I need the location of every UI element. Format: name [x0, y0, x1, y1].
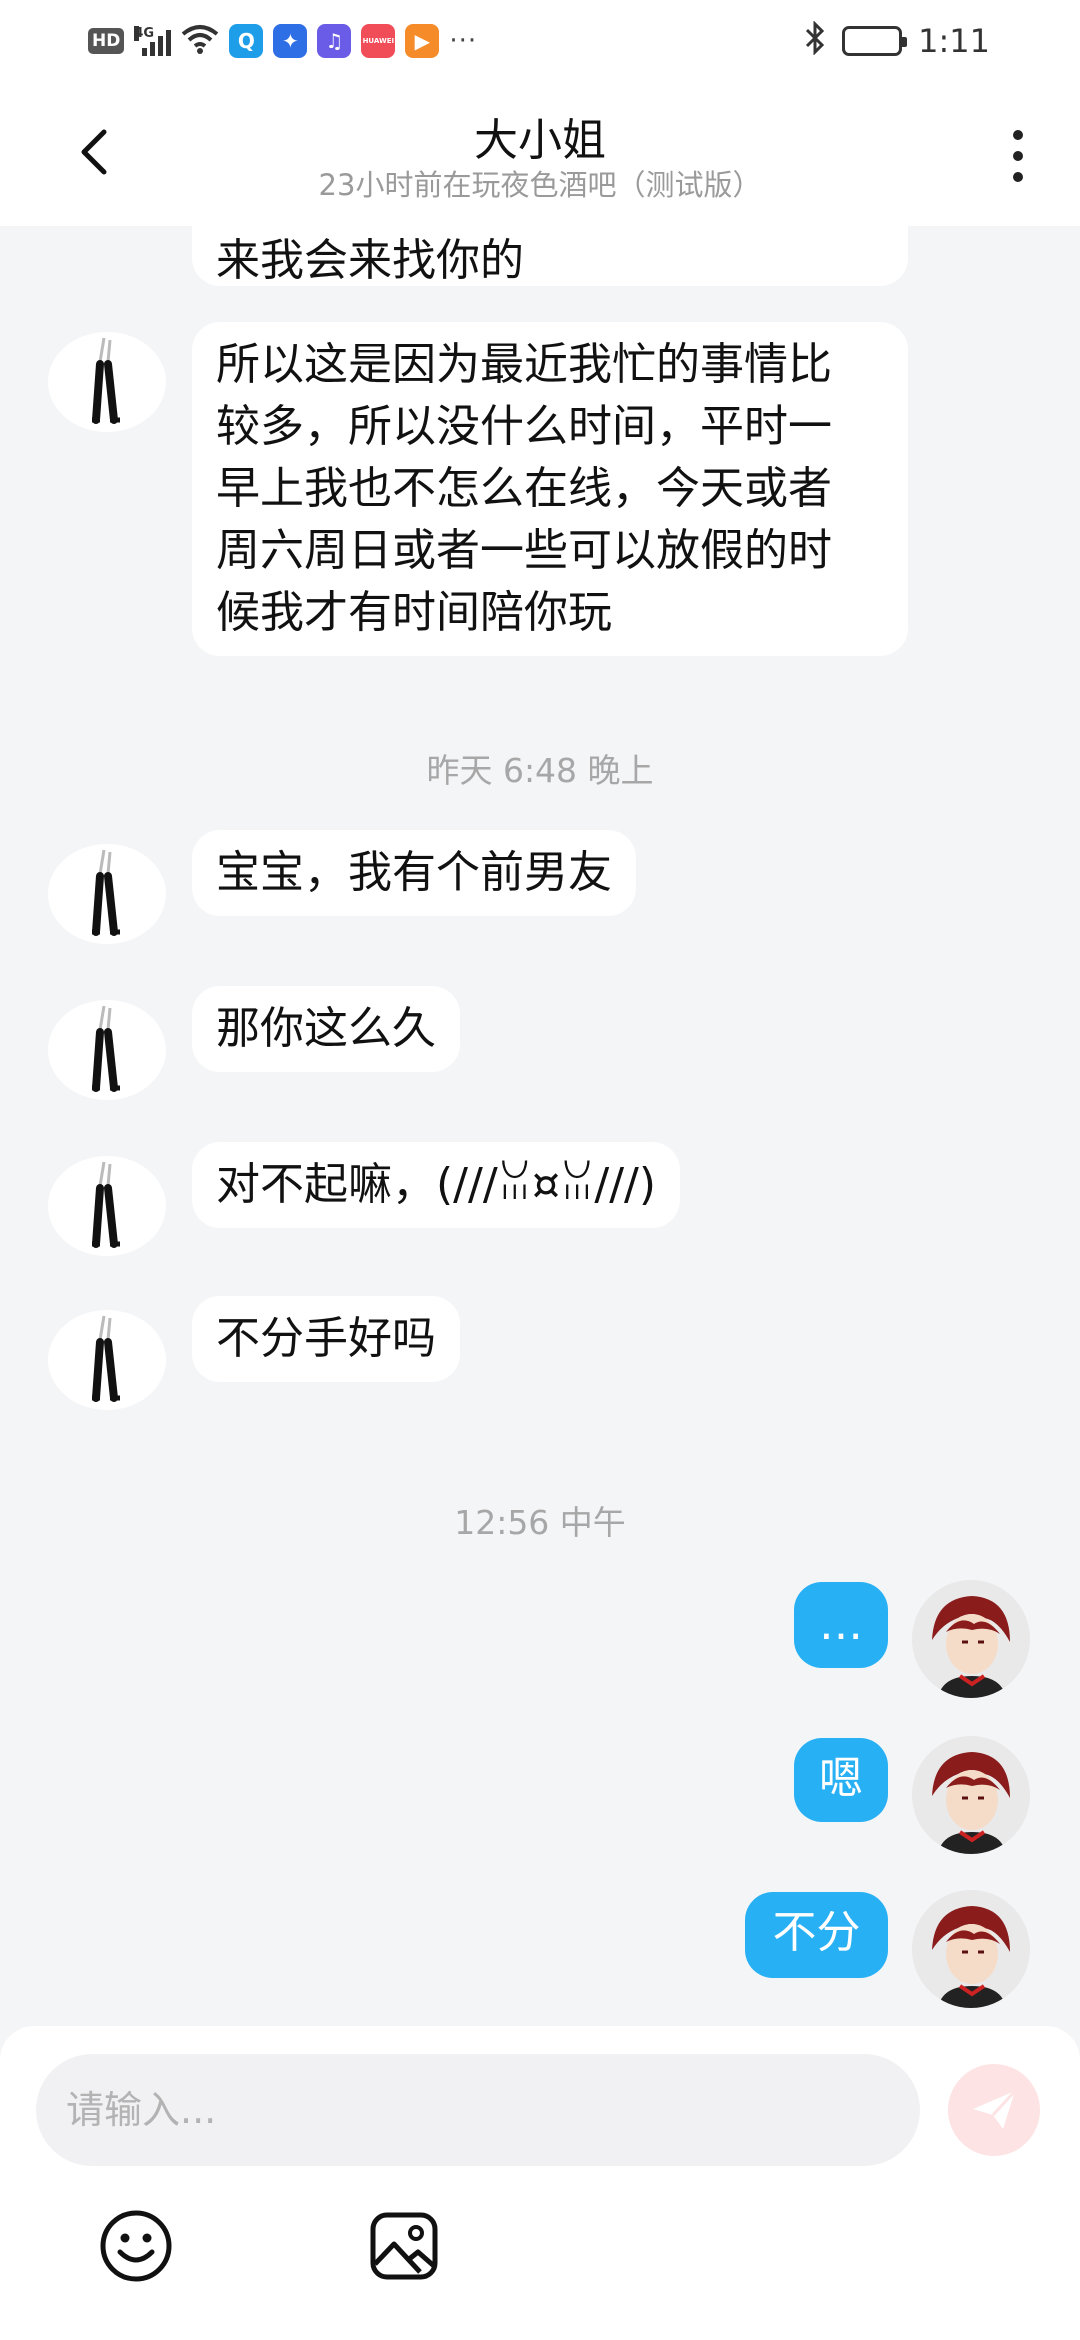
- signal-icon: 4G: [134, 26, 172, 56]
- message-bubble-me[interactable]: 不分: [745, 1892, 888, 1978]
- message-bubble-her[interactable]: 不分手好吗: [192, 1296, 460, 1382]
- more-notifications-icon: ···: [449, 26, 478, 56]
- chat-title: 大小姐: [474, 115, 606, 166]
- message-text: 所以这是因为最近我忙的事情比 较多，所以没什么时间，平时一 早上我也不怎么在线，…: [216, 339, 832, 638]
- contact-avatar[interactable]: [48, 1310, 166, 1410]
- stick-figure-avatar-icon: [57, 332, 157, 432]
- contact-avatar[interactable]: [48, 332, 166, 432]
- message-bubble-me[interactable]: …: [794, 1582, 888, 1668]
- contact-avatar[interactable]: [48, 1156, 166, 1256]
- anime-boy-avatar-icon: [912, 1580, 1030, 1698]
- stick-figure-avatar-icon: [57, 1310, 157, 1410]
- stick-figure-avatar-icon: [57, 1000, 157, 1100]
- message-bubble-me[interactable]: 嗯: [794, 1738, 888, 1822]
- chat-header: 大小姐 23小时前在玩夜色酒吧（测试版）: [0, 84, 1080, 226]
- clock: 1:11: [918, 22, 990, 60]
- chat-list[interactable]: 来我会来找你的 所以这是因为最近我忙的事情比 较多，所以没什么时间，平时一 早上…: [0, 226, 1080, 2026]
- anime-boy-avatar-icon: [912, 1890, 1030, 2008]
- message-text: 那你这么久: [216, 1003, 436, 1054]
- contact-avatar[interactable]: [48, 1000, 166, 1100]
- hd-badge: HD: [88, 28, 125, 54]
- message-input[interactable]: [36, 2054, 920, 2166]
- status-bar: HD 4G Q ✦ ♫ HUAWEI ▶ ··· 1:11: [0, 0, 1080, 84]
- more-button[interactable]: [996, 124, 1040, 188]
- smiley-icon: [100, 2210, 172, 2282]
- my-avatar[interactable]: [912, 1890, 1030, 2008]
- image-icon: [370, 2212, 438, 2280]
- message-bubble-her[interactable]: 那你这么久: [192, 986, 460, 1072]
- video-app-icon: ▶: [405, 24, 440, 58]
- message-bubble-her[interactable]: 宝宝，我有个前男友: [192, 830, 636, 916]
- message-text: 不分手好吗: [216, 1313, 436, 1364]
- battery-icon: [842, 26, 908, 56]
- my-avatar[interactable]: [912, 1580, 1030, 1698]
- anime-boy-avatar-icon: [912, 1736, 1030, 1854]
- message-bubble-her[interactable]: 来我会来找你的: [192, 226, 908, 286]
- wifi-icon: [181, 23, 219, 59]
- image-button[interactable]: [366, 2208, 442, 2284]
- send-button[interactable]: [948, 2064, 1040, 2156]
- message-text: 对不起嘛，(///ꈍ¤ꈍ///): [216, 1159, 657, 1210]
- music-app-icon: ♫: [317, 24, 352, 58]
- composer: [0, 2026, 1080, 2340]
- timestamp: 12:56 中午: [454, 1503, 626, 1542]
- chat-subtitle: 23小时前在玩夜色酒吧（测试版）: [318, 168, 762, 202]
- message-bubble-her[interactable]: 对不起嘛，(///ꈍ¤ꈍ///): [192, 1142, 681, 1228]
- status-left: HD 4G Q ✦ ♫ HUAWEI ▶ ···: [88, 20, 477, 62]
- huawei-app-icon: HUAWEI: [361, 24, 396, 58]
- send-icon: [973, 2089, 1017, 2129]
- stick-figure-avatar-icon: [57, 844, 157, 944]
- my-avatar[interactable]: [912, 1736, 1030, 1854]
- more-vertical-icon: [1013, 130, 1023, 140]
- emoji-button[interactable]: [98, 2208, 174, 2284]
- timestamp: 昨天 6:48 晚上: [426, 751, 654, 790]
- search-app-icon: Q: [229, 24, 264, 58]
- message-text: 来我会来找你的: [216, 235, 524, 286]
- bulb-app-icon: ✦: [273, 24, 308, 58]
- message-text: 宝宝，我有个前男友: [216, 847, 612, 898]
- message-bubble-her[interactable]: 所以这是因为最近我忙的事情比 较多，所以没什么时间，平时一 早上我也不怎么在线，…: [192, 322, 908, 656]
- status-right: 1:11: [804, 18, 990, 64]
- contact-avatar[interactable]: [48, 844, 166, 944]
- stick-figure-avatar-icon: [57, 1156, 157, 1256]
- bluetooth-icon: [804, 19, 826, 62]
- message-text: 不分: [772, 1907, 861, 1958]
- message-text: 嗯: [819, 1753, 863, 1804]
- message-text: …: [819, 1599, 863, 1650]
